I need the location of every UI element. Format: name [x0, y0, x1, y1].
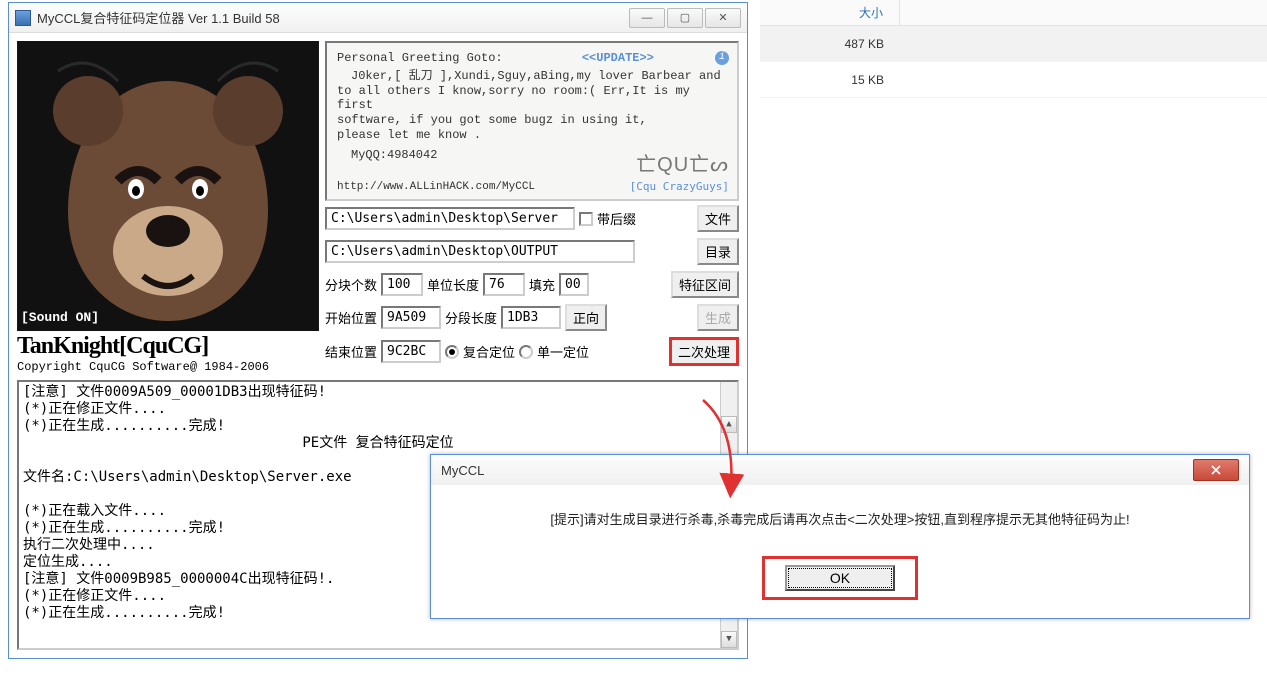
- greeting-box: i Personal Greeting Goto: <<UPDATE>> J0k…: [325, 41, 739, 201]
- forward-button[interactable]: 正向: [565, 304, 607, 331]
- ok-highlight: OK: [762, 556, 918, 600]
- file-row[interactable]: 487 KB: [760, 26, 1267, 62]
- end-pos-label: 结束位置: [325, 342, 377, 361]
- close-button[interactable]: ✕: [705, 8, 741, 28]
- dialog-title: MyCCL: [441, 463, 1193, 478]
- block-count-label: 分块个数: [325, 275, 377, 294]
- fill-label: 填充: [529, 275, 555, 294]
- unit-len-input[interactable]: [483, 273, 525, 296]
- greeting-url[interactable]: http://www.ALLinHACK.com/MyCCL: [337, 181, 535, 193]
- bear-image: [Sound ON]: [17, 41, 319, 331]
- seg-len-label: 分段长度: [445, 308, 497, 327]
- feature-range-button[interactable]: 特征区间: [671, 271, 739, 298]
- info-icon[interactable]: i: [715, 51, 729, 65]
- author-credit: TanKnight[CquCG]: [17, 333, 319, 360]
- file-list-header: 大小: [760, 0, 1267, 26]
- generate-button[interactable]: 生成: [697, 304, 739, 331]
- crazy-guys-label: [Cqu CrazyGuys]: [630, 180, 729, 193]
- single-label: 单一定位: [537, 342, 589, 361]
- fill-input[interactable]: [559, 273, 589, 296]
- dialog-close-button[interactable]: [1193, 459, 1239, 481]
- greeting-line: please let me know .: [337, 128, 727, 142]
- window-title: MyCCL复合特征码定位器 Ver 1.1 Build 58: [37, 8, 629, 27]
- update-link[interactable]: <<UPDATE>>: [582, 51, 654, 65]
- titlebar[interactable]: MyCCL复合特征码定位器 Ver 1.1 Build 58 — ▢ ✕: [9, 3, 747, 33]
- block-count-input[interactable]: [381, 273, 423, 296]
- single-radio[interactable]: [519, 345, 533, 359]
- end-pos-input[interactable]: [381, 340, 441, 363]
- app-icon: [15, 10, 31, 26]
- seg-len-input[interactable]: [501, 306, 561, 329]
- ok-button[interactable]: OK: [785, 565, 895, 591]
- minimize-button[interactable]: —: [629, 8, 665, 28]
- bear-panel: [Sound ON] TanKnight[CquCG] Copyright Cq…: [17, 41, 319, 374]
- file-row[interactable]: 15 KB: [760, 62, 1267, 98]
- file-button[interactable]: 文件: [697, 205, 739, 232]
- scroll-down-icon[interactable]: ▼: [721, 631, 737, 648]
- greeting-header: Personal Greeting Goto:: [337, 51, 503, 65]
- brand-logo: 亡QU亡ᔕ: [636, 148, 729, 177]
- compound-radio[interactable]: [445, 345, 459, 359]
- file-list-panel: 大小 487 KB 15 KB: [760, 0, 1267, 98]
- unit-len-label: 单位长度: [427, 275, 479, 294]
- dialog-titlebar[interactable]: MyCCL: [431, 455, 1249, 485]
- greeting-line: J0ker,[ 乱刀 ],Xundi,Sguy,aBing,my lover B…: [337, 66, 727, 83]
- compound-label: 复合定位: [463, 342, 515, 361]
- file-size: 487 KB: [760, 37, 900, 51]
- greeting-line: software, if you got some bugz in using …: [337, 113, 727, 127]
- file-path-input[interactable]: [325, 207, 575, 230]
- maximize-button[interactable]: ▢: [667, 8, 703, 28]
- start-pos-input[interactable]: [381, 306, 441, 329]
- file-size: 15 KB: [760, 73, 900, 87]
- suffix-label: 带后缀: [597, 209, 636, 228]
- close-icon: [1211, 465, 1221, 475]
- dir-button[interactable]: 目录: [697, 238, 739, 265]
- start-pos-label: 开始位置: [325, 308, 377, 327]
- sound-on-label: [Sound ON]: [21, 310, 99, 325]
- message-dialog: MyCCL [提示]请对生成目录进行杀毒,杀毒完成后请再次点击<二次处理>按钮,…: [430, 454, 1250, 619]
- output-path-input[interactable]: [325, 240, 635, 263]
- greeting-line: to all others I know,sorry no room:( Err…: [337, 84, 727, 112]
- copyright-label: Copyright CquCG Software@ 1984-2006: [17, 360, 319, 374]
- col-size[interactable]: 大小: [760, 0, 900, 25]
- scroll-up-icon[interactable]: ▲: [721, 416, 737, 433]
- dialog-message: [提示]请对生成目录进行杀毒,杀毒完成后请再次点击<二次处理>按钮,直到程序提示…: [447, 509, 1233, 528]
- suffix-checkbox[interactable]: [579, 212, 593, 226]
- reprocess-button[interactable]: 二次处理: [669, 337, 739, 366]
